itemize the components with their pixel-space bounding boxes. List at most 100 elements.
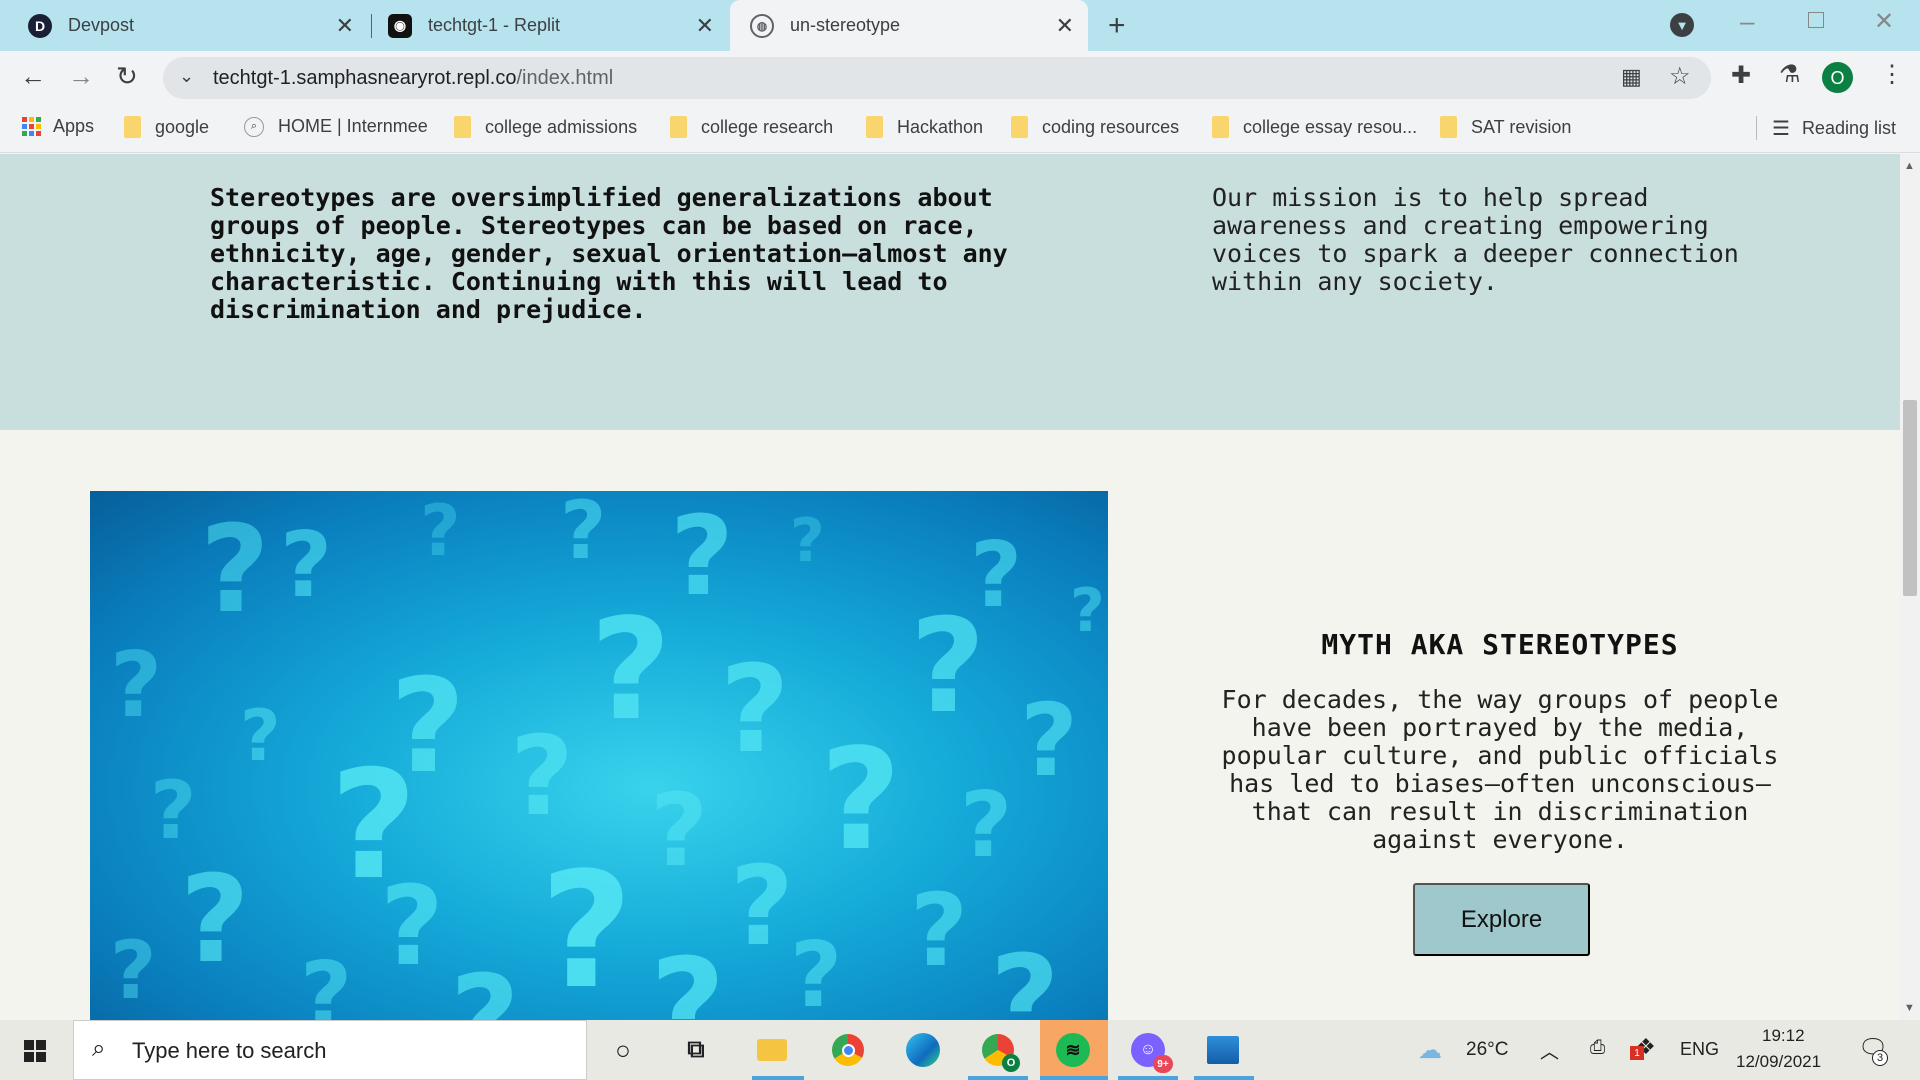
bookmark-label: college admissions	[485, 116, 638, 137]
active-indicator	[752, 1076, 804, 1080]
chrome-icon[interactable]	[828, 1030, 868, 1070]
discord-icon[interactable]: ☺ 9+	[1128, 1030, 1173, 1073]
question-mark-graphic: ?	[150, 764, 197, 857]
page-viewport: Stereotypes are oversimplified generaliz…	[0, 154, 1900, 1020]
url-text[interactable]: techtgt-1.samphasnearyrot.repl.co/index.…	[213, 67, 613, 90]
restore-icon[interactable]	[1808, 12, 1824, 28]
question-mark-graphic: ?	[110, 633, 163, 738]
tab-title: techtgt-1 - Replit	[428, 15, 561, 35]
tab-un-stereotype[interactable]: ◍ un-stereotype ✕	[730, 0, 1088, 51]
internmee-icon: ⌕	[244, 116, 264, 137]
reading-list-button[interactable]: ☰ Reading list	[1772, 116, 1896, 141]
browser-toolbar: ← → ↻ ⌄ techtgt-1.samphasnearyrot.repl.c…	[0, 51, 1920, 104]
question-mark-graphic: ?	[240, 695, 281, 777]
extension-flask-icon[interactable]: ⚗	[1779, 63, 1801, 87]
spotify-icon[interactable]: ≋	[1053, 1030, 1093, 1070]
bookmark-google[interactable]: google	[124, 116, 209, 138]
minimize-icon[interactable]: –	[1740, 8, 1754, 34]
tab-title: un-stereotype	[790, 15, 901, 35]
avatar[interactable]: O	[1822, 62, 1853, 93]
bookmark-hackathon[interactable]: Hackathon	[866, 116, 983, 138]
bookmark-college-research[interactable]: college research	[670, 116, 833, 138]
tab-strip: D Devpost ✕ ◉ techtgt-1 - Replit ✕ ◍ un-…	[0, 0, 1920, 51]
star-icon[interactable]: ☆	[1669, 65, 1691, 89]
search-icon: ⌕	[92, 1035, 106, 1062]
intro-text: Stereotypes are oversimplified generaliz…	[210, 183, 1008, 324]
notification-badge: 3	[1872, 1050, 1888, 1066]
tab-search-icon[interactable]: ▼	[1670, 13, 1694, 37]
question-mark-graphic: ?	[1070, 576, 1105, 646]
myth-heading: MYTH AKA STEREOTYPES	[1321, 628, 1679, 661]
weather-temp[interactable]: 26°C	[1466, 1039, 1508, 1061]
bookmarks-bar: Apps google ⌕ HOME | Internmee college a…	[0, 104, 1920, 153]
bookmark-apps[interactable]: Apps	[22, 116, 94, 137]
bookmark-sat-revision[interactable]: SAT revision	[1440, 116, 1571, 138]
discord-badge: 9+	[1153, 1055, 1173, 1073]
folder-icon	[454, 116, 471, 138]
question-mark-graphic: ?	[200, 501, 270, 640]
bookmark-label: google	[155, 116, 210, 137]
close-window-icon[interactable]: ✕	[1874, 10, 1894, 34]
chevron-up-icon[interactable]: ︿	[1540, 1037, 1559, 1064]
question-mark-graphic: ?	[560, 491, 607, 577]
tab-replit[interactable]: ◉ techtgt-1 - Replit ✕	[388, 0, 728, 51]
bookmark-internmee[interactable]: ⌕ HOME | Internmee	[244, 116, 428, 137]
clock-time[interactable]: 19:12	[1762, 1026, 1805, 1046]
scroll-down-arrow[interactable]: ▼	[1904, 1002, 1915, 1014]
bookmark-label: SAT revision	[1471, 116, 1572, 137]
explore-button[interactable]: Explore	[1413, 883, 1590, 956]
task-view-icon[interactable]: ⧉	[676, 1030, 716, 1070]
question-mark-graphic: ?	[960, 773, 1013, 878]
bookmark-label: HOME | Internmee	[278, 116, 428, 136]
apps-grid-icon	[22, 117, 41, 136]
taskbar-search[interactable]: ⌕ Type here to search	[73, 1020, 587, 1080]
bookmark-coding-resources[interactable]: coding resources	[1011, 116, 1179, 138]
photos-icon[interactable]	[1203, 1030, 1243, 1070]
meet-now-icon[interactable]: ⎙	[1590, 1037, 1605, 1059]
bookmark-college-admissions[interactable]: college admissions	[454, 116, 637, 138]
chevron-down-icon[interactable]: ⌄	[179, 67, 194, 85]
scrollbar-thumb[interactable]	[1903, 400, 1917, 596]
reload-icon[interactable]: ↻	[116, 63, 138, 89]
language-indicator[interactable]: ENG	[1680, 1039, 1719, 1060]
question-mark-graphic: ?	[420, 491, 461, 572]
back-icon[interactable]: ←	[20, 63, 46, 89]
folder-icon	[866, 116, 883, 138]
close-tab-icon[interactable]: ✕	[1056, 13, 1074, 39]
edge-icon[interactable]	[903, 1030, 943, 1070]
cortana-icon[interactable]: ○	[603, 1030, 643, 1070]
weather-icon[interactable]: ☁	[1418, 1036, 1442, 1065]
scroll-up-arrow[interactable]: ▲	[1904, 160, 1915, 172]
windows-start-icon[interactable]	[24, 1040, 46, 1062]
tab-title: Devpost	[68, 15, 135, 35]
folder-icon	[124, 116, 141, 138]
question-mark-graphic: ?	[790, 506, 825, 576]
mission-text: Our mission is to help spread awareness …	[1212, 183, 1739, 296]
reading-list-icon: ☰	[1772, 118, 1790, 140]
close-tab-icon[interactable]: ✕	[696, 13, 714, 39]
notifications-icon[interactable]: 🗨 3	[1858, 1034, 1888, 1066]
forward-icon[interactable]: →	[68, 63, 94, 89]
chrome-badge: O	[1002, 1054, 1020, 1072]
address-bar[interactable]: ⌄ techtgt-1.samphasnearyrot.repl.co/inde…	[163, 57, 1711, 99]
file-explorer-icon[interactable]	[752, 1030, 792, 1070]
chrome-profile-icon[interactable]: O	[978, 1030, 1020, 1072]
question-mark-graphic: ?	[1020, 682, 1079, 799]
close-tab-icon[interactable]: ✕	[336, 13, 354, 39]
tab-devpost[interactable]: D Devpost ✕	[28, 0, 368, 51]
question-mark-graphic: ?	[910, 590, 986, 742]
extensions-icon[interactable]: ✚	[1731, 64, 1751, 88]
bookmark-college-essay[interactable]: college essay resou...	[1212, 116, 1417, 138]
question-mark-graphic: ?	[300, 943, 353, 1021]
folder-icon	[1440, 116, 1457, 138]
new-tab-icon[interactable]: +	[1108, 11, 1126, 41]
qr-code-icon[interactable]: ▦	[1621, 66, 1642, 88]
dropbox-icon[interactable]: ❖ 1	[1630, 1034, 1656, 1060]
search-placeholder: Type here to search	[132, 1038, 327, 1063]
question-mark-graphic: ?	[180, 851, 250, 990]
menu-icon[interactable]: ⋮	[1880, 63, 1904, 87]
folder-icon	[1011, 116, 1028, 138]
question-mark-graphic: ?	[590, 589, 672, 752]
clock-date[interactable]: 12/09/2021	[1736, 1052, 1821, 1072]
dropbox-badge: 1	[1630, 1046, 1644, 1060]
